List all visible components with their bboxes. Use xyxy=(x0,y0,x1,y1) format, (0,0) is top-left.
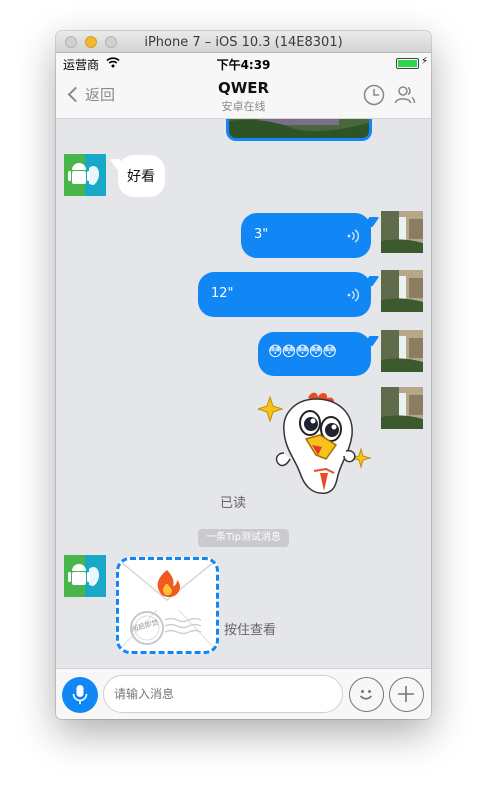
contact-avatar[interactable] xyxy=(64,154,106,196)
message-text: 😳😳😳😳😳 xyxy=(268,344,337,360)
status-bar: 运营商 下午4:39 ⚡ xyxy=(56,53,431,73)
window-titlebar: iPhone 7 – iOS 10.3 (14E8301) xyxy=(56,31,431,53)
envelope-icon xyxy=(120,561,215,649)
voice-duration: 12" xyxy=(211,286,234,301)
voice-message-bubble[interactable]: 3" xyxy=(241,213,380,258)
contact-avatar[interactable] xyxy=(64,555,106,597)
emoji-button[interactable] xyxy=(349,677,384,712)
more-button[interactable] xyxy=(389,677,424,712)
smiley-icon xyxy=(359,690,373,700)
voice-wave-icon xyxy=(347,229,359,243)
my-avatar[interactable] xyxy=(381,270,423,312)
message-input[interactable] xyxy=(103,675,343,713)
charging-icon: ⚡ xyxy=(420,56,428,67)
incoming-text-bubble[interactable]: 好看 xyxy=(109,155,165,197)
voice-wave-icon xyxy=(347,288,359,302)
my-avatar[interactable] xyxy=(381,330,423,372)
plus-icon xyxy=(398,686,414,702)
message-list[interactable]: 好看 3" 12" 😳😳😳😳😳 已读 一条Tip测试消息 阅后即焚 按住查看 xyxy=(56,119,431,668)
simulator-window: iPhone 7 – iOS 10.3 (14E8301) 运营商 下午4:39… xyxy=(56,31,431,719)
tip-message: 一条Tip测试消息 xyxy=(198,529,289,547)
emoji-message-bubble[interactable]: 😳😳😳😳😳 xyxy=(258,332,380,376)
read-status: 已读 xyxy=(220,496,247,511)
image-message[interactable] xyxy=(226,119,372,141)
voice-message-bubble[interactable]: 12" xyxy=(198,272,380,317)
status-time: 下午4:39 xyxy=(216,58,271,72)
chicken-sticker[interactable] xyxy=(256,387,378,507)
battery-icon xyxy=(396,58,419,69)
hold-to-view-label: 按住查看 xyxy=(224,623,277,638)
input-bar xyxy=(56,668,431,719)
clock-icon[interactable] xyxy=(362,83,386,107)
contacts-icon[interactable] xyxy=(393,83,417,107)
burn-after-reading-message[interactable]: 阅后即焚 xyxy=(116,557,219,654)
voice-duration: 3" xyxy=(254,227,269,242)
voice-input-button[interactable] xyxy=(62,677,98,713)
message-text: 好看 xyxy=(127,169,155,185)
my-avatar[interactable] xyxy=(381,211,423,253)
window-title: iPhone 7 – iOS 10.3 (14E8301) xyxy=(144,35,343,50)
battery-level xyxy=(398,60,417,67)
microphone-icon xyxy=(72,685,88,704)
my-avatar[interactable] xyxy=(381,387,423,429)
chat-nav-bar: 返回 QWER 安卓在线 xyxy=(56,73,431,119)
